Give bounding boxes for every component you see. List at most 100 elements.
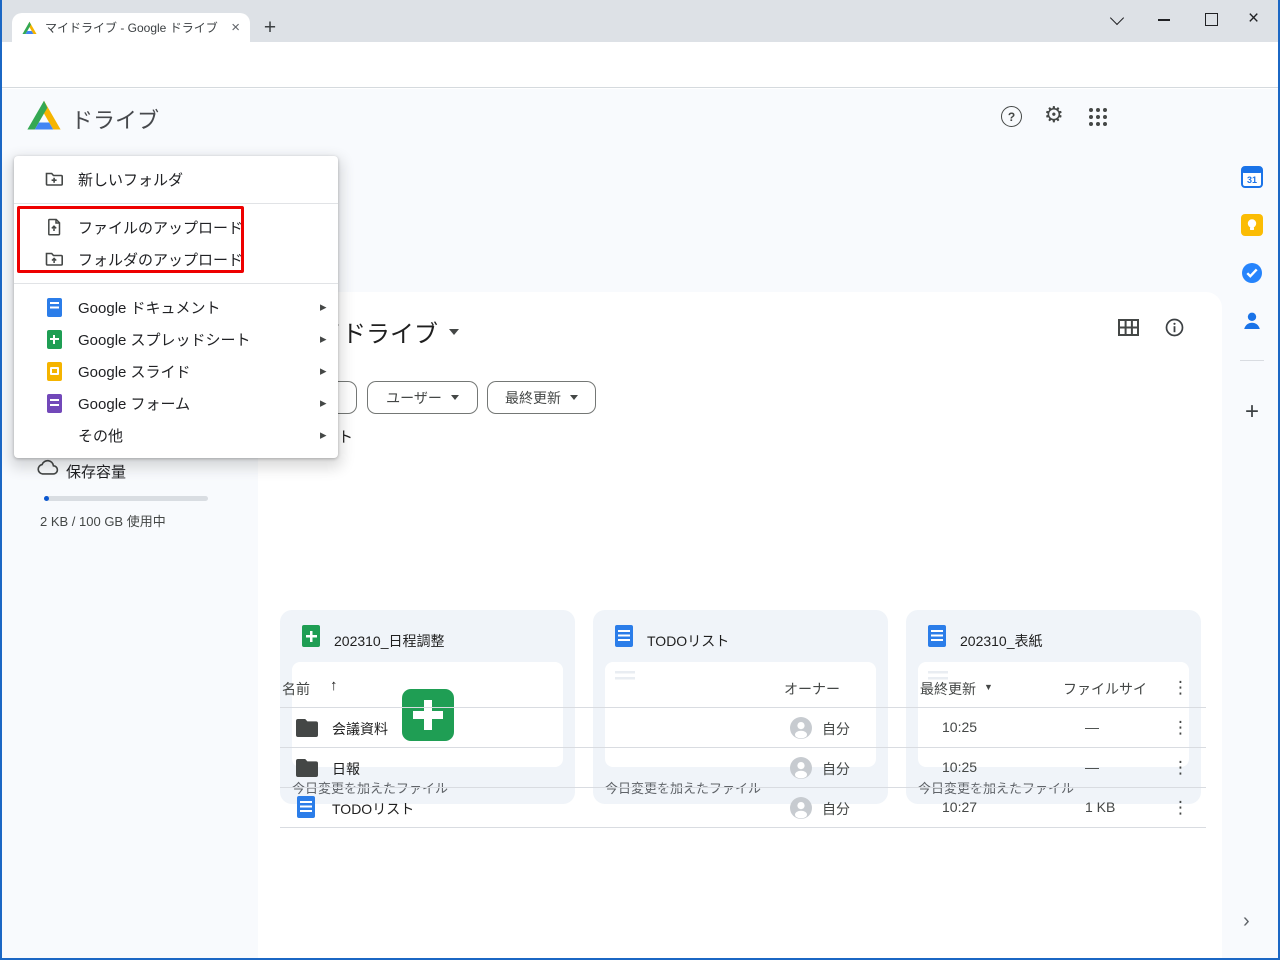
file-name: TODOリスト — [332, 801, 415, 817]
sort-descending-caret-icon[interactable]: ▼ — [984, 682, 993, 692]
owner-avatar-icon — [790, 717, 812, 744]
menu-item-label: Google フォーム — [78, 395, 191, 413]
file-name: 日報 — [332, 761, 360, 777]
google-docs-icon — [297, 796, 315, 818]
browser-titlebar: マイドライブ - Google ドライブ × + × — [0, 0, 1280, 42]
chip-people[interactable]: ユーザー — [367, 381, 478, 414]
storage-label[interactable]: 保存容量 — [66, 461, 126, 482]
get-addons-plus-icon[interactable]: + — [1241, 400, 1263, 424]
tab-close-icon[interactable]: × — [231, 20, 240, 35]
google-keep-icon[interactable] — [1241, 214, 1263, 236]
menu-item-label: その他 — [78, 427, 124, 445]
menu-item-google-docs[interactable]: Google ドキュメント ▸ — [14, 291, 338, 323]
owner-avatar-icon — [790, 757, 812, 784]
google-contacts-icon[interactable] — [1241, 310, 1263, 332]
submenu-caret-icon: ▸ — [320, 395, 327, 410]
menu-item-google-slides[interactable]: Google スライド ▸ — [14, 355, 338, 387]
google-docs-icon — [928, 625, 946, 647]
owner-name: 自分 — [822, 721, 850, 737]
file-name: 会議資料 — [332, 721, 388, 737]
info-icon[interactable] — [1165, 318, 1184, 342]
google-forms-icon — [44, 393, 64, 413]
column-header-size[interactable]: ファイルサイ — [1063, 679, 1147, 699]
google-slides-icon — [44, 361, 64, 381]
drive-logo-icon[interactable] — [26, 100, 62, 136]
submenu-caret-icon: ▸ — [320, 331, 327, 346]
file-row[interactable]: 会議資料 自分 10:25 — ⋮ — [280, 708, 1206, 747]
column-header-name[interactable]: 名前 — [282, 679, 310, 699]
file-size: — — [1085, 759, 1099, 775]
menu-item-more[interactable]: その他 ▸ — [14, 419, 338, 451]
chevron-down-icon — [450, 395, 459, 400]
chip-modified[interactable]: 最終更新 — [487, 381, 596, 414]
new-tab-button[interactable]: + — [258, 16, 282, 40]
google-tasks-icon[interactable] — [1241, 262, 1263, 284]
google-docs-icon — [615, 625, 633, 647]
row-kebab-icon[interactable]: ⋮ — [1172, 719, 1189, 736]
tab-search-chevron-icon[interactable] — [1109, 10, 1125, 26]
chevron-down-icon — [570, 395, 578, 400]
menu-item-label: 新しいフォルダ — [78, 171, 184, 189]
column-header-modified[interactable]: 最終更新 — [920, 679, 976, 699]
help-icon[interactable]: ? — [1001, 106, 1022, 127]
browser-tab[interactable]: マイドライブ - Google ドライブ × — [12, 13, 250, 42]
maximize-button[interactable] — [1205, 13, 1218, 26]
google-docs-icon — [44, 297, 64, 317]
file-row[interactable]: 日報 自分 10:25 — ⋮ — [280, 748, 1206, 787]
menu-item-google-sheets[interactable]: Google スプレッドシート ▸ — [14, 323, 338, 355]
row-divider — [280, 827, 1206, 828]
row-kebab-icon[interactable]: ⋮ — [1172, 799, 1189, 816]
file-size: 1 KB — [1085, 799, 1116, 815]
file-row[interactable]: TODOリスト 自分 10:27 1 KB ⋮ — [280, 788, 1206, 827]
drive-header: ドライブ ? ⚙ ECCS Cloud Mail Information Tec… — [0, 89, 1280, 230]
storage-cloud-icon[interactable] — [36, 459, 59, 481]
file-size: — — [1085, 719, 1099, 735]
sort-ascending-icon[interactable]: ↑ — [330, 677, 338, 694]
row-kebab-icon[interactable]: ⋮ — [1172, 759, 1189, 776]
annotation-highlight-box — [17, 206, 244, 273]
chip-label: 最終更新 — [505, 389, 561, 406]
storage-progress-fill — [44, 496, 49, 501]
submenu-caret-icon: ▸ — [320, 363, 327, 378]
settings-gear-icon[interactable]: ⚙ — [1044, 104, 1064, 126]
submenu-caret-icon: ▸ — [320, 427, 327, 442]
new-menu: 新しいフォルダ ファイルのアップロード フォルダのアップロード Google ド… — [14, 156, 338, 458]
suggested-section-label: ト — [338, 429, 354, 446]
rail-divider — [1240, 360, 1264, 361]
card-title: 202310_表紙 — [960, 633, 1043, 649]
svg-text:31: 31 — [1247, 175, 1257, 185]
menu-item-label: Google スプレッドシート — [78, 331, 251, 349]
google-calendar-icon[interactable]: 31 — [1241, 166, 1263, 188]
card-title: TODOリスト — [647, 633, 730, 649]
google-sheets-icon — [302, 625, 320, 647]
window-frame-left — [0, 0, 2, 960]
modified-time: 10:27 — [942, 799, 978, 815]
storage-progress-bar — [44, 496, 208, 501]
minimize-button[interactable] — [1158, 19, 1170, 21]
browser-window: マイドライブ - Google ドライブ × + × ← → drive.goo… — [0, 0, 1280, 960]
menu-item-google-forms[interactable]: Google フォーム ▸ — [14, 387, 338, 419]
doc-preview-lines — [615, 671, 635, 683]
browser-toolbar: ← → drive.google.com/drive/my-drive ☆ U … — [0, 42, 1280, 123]
modified-time: 10:25 — [942, 719, 978, 735]
storage-usage-text: 2 KB / 100 GB 使用中 — [40, 514, 166, 529]
modified-time: 10:25 — [942, 759, 978, 775]
google-sheets-icon — [44, 329, 64, 349]
chip-label: ユーザー — [386, 389, 442, 406]
show-side-panel-chevron-icon[interactable]: › — [1243, 910, 1250, 933]
list-options-kebab-icon[interactable]: ⋮ — [1172, 679, 1189, 696]
menu-item-label: Google スライド — [78, 363, 191, 381]
window-close-button[interactable]: × — [1248, 9, 1259, 28]
owner-name: 自分 — [822, 801, 850, 817]
main-panel: マイドライブ ユーザー 最終更新 ト 202310_日程調整 今日変更を加えたフ… — [258, 292, 1222, 960]
owner-avatar-icon — [790, 797, 812, 824]
title-caret-icon — [449, 328, 459, 335]
google-apps-grid-icon[interactable] — [1089, 108, 1107, 126]
menu-item-new-folder[interactable]: 新しいフォルダ — [14, 163, 338, 195]
tab-title: マイドライブ - Google ドライブ — [45, 21, 218, 35]
card-title: 202310_日程調整 — [334, 633, 445, 649]
grid-view-toggle-icon[interactable] — [1118, 319, 1139, 341]
drive-favicon-icon — [22, 21, 37, 35]
menu-item-label: Google ドキュメント — [78, 299, 221, 317]
column-header-owner[interactable]: オーナー — [784, 679, 840, 699]
